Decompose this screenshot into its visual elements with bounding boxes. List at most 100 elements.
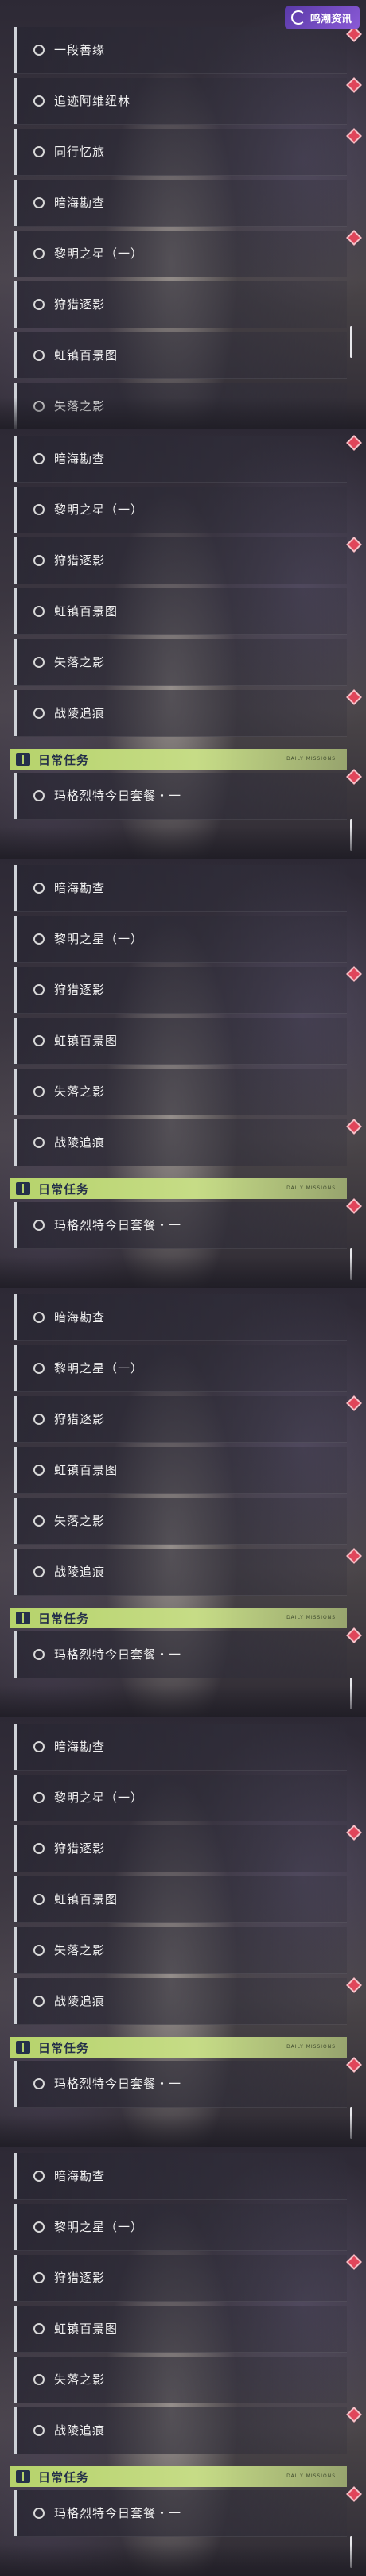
quest-item[interactable]: 失落之影: [14, 1498, 347, 1545]
quest-item[interactable]: 狩猎逐影: [14, 2255, 347, 2302]
quest-item[interactable]: 黎明之星（一）: [14, 231, 347, 277]
quest-item-accent: [14, 1202, 17, 1248]
scrollbar-thumb[interactable]: [350, 2107, 352, 2139]
quest-item-label: 狩猎逐影: [54, 553, 106, 568]
quest-item[interactable]: 失落之影: [14, 639, 347, 686]
quest-item-accent: [14, 1119, 17, 1166]
daily-task-item[interactable]: 玛格烈特今日套餐・一: [14, 2061, 347, 2108]
quest-list: 一段善缘追迹阿维纽林同行忆旅暗海勘查黎明之星（一） 狩猎逐影 虹镇百景图 失落之影: [0, 0, 366, 429]
quest-item[interactable]: 虹镇百景图: [14, 2306, 347, 2353]
daily-task-item[interactable]: 玛格烈特今日套餐・一: [14, 1202, 347, 1249]
quest-item-label: 狩猎逐影: [54, 1841, 106, 1856]
scrollbar-thumb[interactable]: [350, 819, 352, 851]
quest-item-label: 战陵追痕: [54, 1994, 106, 2008]
quest-item-accent: [14, 690, 17, 736]
quest-item[interactable]: 失落之影: [14, 1069, 347, 1115]
quest-panel-frame: 一段善缘 追迹阿维纽林 同行忆旅 暗海勘查 黎明之星（一） 狩猎逐影 虹镇百景图 失落之影 鸣潮…: [0, 0, 366, 429]
quest-item[interactable]: 战陵追痕: [14, 1978, 347, 2025]
quest-item[interactable]: 同行忆旅: [14, 129, 347, 176]
quest-item[interactable]: 战陵追痕: [14, 2407, 347, 2454]
quest-item[interactable]: 黎明之星（一）: [14, 1775, 347, 1821]
quest-item-accent: [14, 383, 17, 429]
book-icon: [16, 2041, 30, 2054]
quest-list: 暗海勘查 黎明之星（一） 狩猎逐影 虹镇百景图 失落之影 战陵追痕 日常任务 DAILY MI…: [0, 1717, 366, 2147]
quest-item[interactable]: 黎明之星（一）: [14, 487, 347, 533]
quest-item-accent: [14, 2490, 17, 2536]
quest-item[interactable]: 暗海勘查: [14, 436, 347, 483]
quest-item[interactable]: 战陵追痕: [14, 1549, 347, 1596]
quest-item[interactable]: 虹镇百景图: [14, 332, 347, 379]
notification-badge-icon: [346, 2057, 362, 2073]
quest-item[interactable]: 狩猎逐影: [14, 537, 347, 584]
scrollbar-thumb[interactable]: [350, 326, 352, 358]
quest-item-label: 暗海勘查: [54, 196, 106, 210]
section-title: 日常任务: [38, 1612, 90, 1626]
quest-item[interactable]: 狩猎逐影: [14, 1825, 347, 1872]
quest-item[interactable]: 失落之影: [14, 383, 347, 429]
notification-badge-icon: [346, 2407, 362, 2423]
quest-panel-frame: 暗海勘查 黎明之星（一） 狩猎逐影虹镇百景图失落之影战陵追痕日常任务 DAILY MI…: [0, 429, 366, 859]
quest-item[interactable]: 暗海勘查: [14, 1294, 347, 1341]
notification-badge-icon: [346, 769, 362, 785]
quest-item[interactable]: 暗海勘查: [14, 1724, 347, 1771]
notification-badge-icon: [346, 2486, 362, 2502]
quest-item[interactable]: 失落之影: [14, 1927, 347, 1974]
circle-icon: [33, 45, 45, 56]
scrollbar-thumb[interactable]: [350, 1678, 352, 1709]
quest-item[interactable]: 战陵追痕: [14, 1119, 347, 1166]
quest-item-label: 追迹阿维纽林: [54, 94, 131, 108]
quest-item-accent: [14, 773, 17, 819]
scrollbar-thumb[interactable]: [350, 1248, 352, 1280]
quest-item-accent: [14, 1631, 17, 1678]
section-title: 日常任务: [38, 753, 90, 767]
quest-item-label: 狩猎逐影: [54, 1412, 106, 1426]
circle-icon: [33, 1363, 45, 1374]
circle-icon: [33, 1649, 45, 1660]
quest-item[interactable]: 黎明之星（一）: [14, 916, 347, 963]
notification-badge-icon: [346, 2254, 362, 2270]
quest-item[interactable]: 虹镇百景图: [14, 1447, 347, 1494]
quest-list: 暗海勘查 黎明之星（一） 狩猎逐影 虹镇百景图 失落之影 战陵追痕 日常任务 DAILY MI…: [0, 1288, 366, 1717]
quest-item[interactable]: 黎明之星（一）: [14, 2204, 347, 2251]
notification-badge-icon: [346, 537, 362, 553]
quest-item-accent: [14, 436, 17, 482]
quest-item-label: 黎明之星（一）: [54, 2220, 144, 2234]
circle-icon: [33, 350, 45, 361]
circle-icon: [33, 984, 45, 995]
quest-list: 暗海勘查 黎明之星（一） 狩猎逐影虹镇百景图失落之影战陵追痕日常任务 DAILY MI…: [0, 429, 366, 859]
quest-item[interactable]: 一段善缘: [14, 27, 347, 74]
section-title: 日常任务: [38, 2041, 90, 2055]
notification-badge-icon: [346, 1119, 362, 1135]
quest-item[interactable]: 战陵追痕: [14, 690, 347, 737]
quest-item[interactable]: 虹镇百景图: [14, 1876, 347, 1923]
quest-item[interactable]: 追迹阿维纽林: [14, 78, 347, 125]
quest-item-accent: [14, 1447, 17, 1493]
quest-item[interactable]: 狩猎逐影: [14, 1396, 347, 1443]
quest-item[interactable]: 虹镇百景图: [14, 588, 347, 635]
quest-item[interactable]: 暗海勘查: [14, 180, 347, 227]
daily-task-item[interactable]: 玛格烈特今日套餐・一: [14, 1631, 347, 1678]
circle-icon: [33, 606, 45, 617]
circle-icon: [33, 1996, 45, 2007]
quest-item[interactable]: 虹镇百景图: [14, 1018, 347, 1065]
quest-item-accent: [14, 1549, 17, 1595]
quest-item[interactable]: 狩猎逐影: [14, 967, 347, 1014]
section-tag: DAILY MISSIONS: [286, 756, 336, 762]
section-title: 日常任务: [38, 2470, 90, 2485]
circle-icon: [33, 299, 45, 310]
quest-item-accent: [14, 1018, 17, 1064]
quest-item-label: 失落之影: [54, 655, 106, 669]
quest-panel-frame: 暗海勘查 黎明之星（一） 狩猎逐影 虹镇百景图 失落之影 战陵追痕 日常任务 DAILY MI…: [0, 1288, 366, 1717]
quest-item[interactable]: 黎明之星（一）: [14, 1345, 347, 1392]
quest-item[interactable]: 失落之影: [14, 2357, 347, 2403]
notification-badge-icon: [346, 966, 362, 982]
circle-icon: [33, 1465, 45, 1476]
quest-item[interactable]: 狩猎逐影: [14, 281, 347, 328]
notification-badge-icon: [346, 230, 362, 246]
quest-item[interactable]: 暗海勘查: [14, 865, 347, 912]
quest-item[interactable]: 暗海勘查: [14, 2153, 347, 2200]
daily-task-item[interactable]: 玛格烈特今日套餐・一: [14, 2490, 347, 2537]
daily-task-item[interactable]: 玛格烈特今日套餐・一: [14, 773, 347, 820]
scrollbar-thumb[interactable]: [350, 2536, 352, 2568]
circle-icon: [33, 1137, 45, 1148]
